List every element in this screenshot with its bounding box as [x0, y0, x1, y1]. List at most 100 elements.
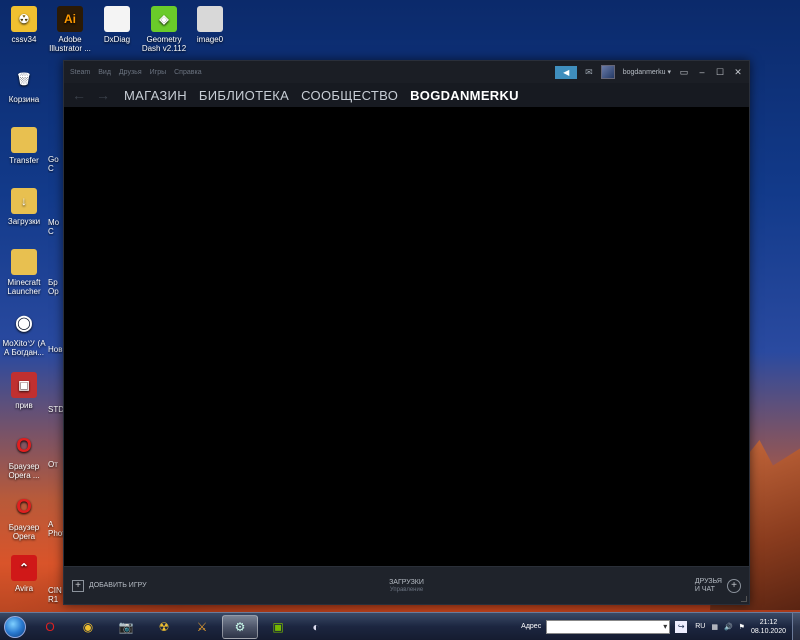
opera-icon: O — [16, 495, 32, 518]
image-icon: ▣ — [11, 372, 37, 398]
desktop-icon-label: Нов — [48, 345, 63, 354]
desktop-icon-partial[interactable]: Go C — [48, 155, 64, 173]
menu-help[interactable]: Справка — [174, 69, 201, 76]
plus-icon: + — [72, 579, 84, 592]
desktop-icon[interactable]: DxDiag — [93, 6, 141, 44]
desktop-icon[interactable]: Ai Adobe Illustrator ... — [46, 6, 94, 53]
friends-label-line1: ДРУЗЬЯ — [694, 577, 722, 585]
steam-navbar: ← → МАГАЗИН БИБЛИОТЕКА СООБЩЕСТВО BOGDAN… — [64, 83, 749, 107]
add-game-button[interactable]: + ДОБАВИТЬ ИГРУ — [72, 579, 147, 592]
taskbar-opera-icon[interactable]: O — [32, 615, 68, 639]
illustrator-icon: Ai — [57, 6, 83, 32]
volume-icon[interactable]: 🔊 — [724, 623, 733, 631]
forward-arrow-icon[interactable]: → — [96, 87, 110, 103]
desktop-icon[interactable]: ↓ Загрузки — [0, 188, 48, 226]
desktop-icon[interactable]: ☢ cssv34 — [0, 6, 48, 44]
downloads-button[interactable]: ЗАГРУЗКИ Управление — [389, 579, 424, 593]
desktop-icon-label: Браузер Opera — [8, 523, 40, 541]
taskbar-camera-icon[interactable]: 📷 — [108, 615, 144, 639]
desktop-icon-label: A Phot — [48, 520, 64, 538]
desktop-icon-partial[interactable]: Mo C — [48, 218, 64, 236]
opera-icon: O — [16, 434, 32, 457]
desktop-icon[interactable]: 🗑 Корзина — [0, 66, 48, 105]
desktop-icon-label: MoXitoツ (А А Богдан... — [2, 339, 46, 357]
menu-view[interactable]: Вид — [98, 69, 111, 76]
close-icon[interactable]: ✕ — [733, 67, 743, 78]
show-desktop-button[interactable] — [792, 612, 800, 640]
menu-games[interactable]: Игры — [150, 69, 167, 76]
menu-steam[interactable]: Steam — [70, 69, 90, 76]
network-icon[interactable]: ▦ — [711, 623, 718, 631]
system-tray: RU ▦ 🔊 ⚑ — [695, 623, 745, 631]
desktop-icon[interactable]: Transfer — [0, 127, 48, 165]
nav-store[interactable]: МАГАЗИН — [124, 88, 187, 103]
nav-library[interactable]: БИБЛИОТЕКА — [199, 88, 289, 103]
desktop-icon[interactable]: O Браузер Opera — [0, 494, 48, 542]
desktop-icon[interactable]: O Браузер Opera ... — [0, 433, 48, 481]
menu-friends[interactable]: Друзья — [119, 69, 142, 76]
recycle-bin-icon: 🗑 — [16, 71, 32, 86]
taskbar-cs-icon[interactable]: ☢ — [146, 615, 182, 639]
desktop-icon-label: Загрузки — [7, 217, 41, 226]
clock-date: 08.10.2020 — [750, 627, 786, 635]
back-arrow-icon[interactable]: ← — [72, 87, 86, 103]
desktop-icon[interactable]: Minecraft Launcher — [0, 249, 48, 296]
steam-bottombar: + ДОБАВИТЬ ИГРУ ЗАГРУЗКИ Управление ДРУЗ… — [64, 566, 749, 604]
desktop-icon[interactable]: ◈ Geometry Dash v2.112 — [140, 6, 188, 53]
desktop-icon-label: image0 — [196, 35, 224, 44]
desktop-icon-label: CIN R1 — [48, 586, 62, 604]
desktop-icon-label: cssv34 — [11, 35, 37, 44]
flag-icon[interactable]: ⚑ — [739, 623, 745, 631]
notifications-icon[interactable]: ✉ — [585, 67, 593, 78]
go-icon[interactable]: ↪ — [675, 620, 688, 633]
add-game-label: ДОБАВИТЬ ИГРУ — [89, 582, 147, 589]
desktop-icon-label: Бр Op — [48, 278, 59, 296]
desktop-icon-label: STD — [48, 405, 64, 414]
nav-community[interactable]: СООБЩЕСТВО — [301, 88, 398, 103]
desktop-icon-partial[interactable]: Нов — [48, 345, 64, 354]
announcements-icon[interactable]: ◀ — [555, 65, 578, 79]
language-indicator[interactable]: RU — [695, 623, 705, 630]
desktop-icon-partial[interactable]: Бр Op — [48, 278, 64, 296]
desktop-icon-partial[interactable]: От — [48, 460, 64, 469]
avatar[interactable] — [600, 65, 615, 79]
address-input[interactable] — [546, 619, 671, 634]
resize-grip-icon[interactable] — [741, 596, 747, 602]
taskbar-media-icon[interactable]: ◐ — [298, 615, 334, 639]
friends-label-line2: И ЧАТ — [694, 585, 715, 593]
desktop-icon[interactable]: image0 — [186, 6, 234, 44]
taskbar: O ◉ 📷 ☢ ⚔ ⚙ ▣ ◐ Адрес ↪ RU ▦ 🔊 ⚑ 21:12 0… — [0, 612, 800, 640]
downloads-label: ЗАГРУЗКИ — [389, 578, 424, 586]
taskbar-nvidia-icon[interactable]: ▣ — [260, 615, 296, 639]
bigpicture-icon[interactable]: ▭ — [679, 67, 689, 78]
username: bogdanmerku — [622, 69, 666, 76]
taskbar-chrome-icon[interactable]: ◉ — [70, 615, 106, 639]
nav-profile[interactable]: BOGDANMERKU — [410, 88, 519, 103]
taskbar-steam-icon[interactable]: ⚙ — [222, 614, 258, 639]
image-file-icon — [197, 6, 223, 32]
cs-icon: ☢ — [11, 6, 37, 32]
desktop-icon[interactable]: ◉ MoXitoツ (А А Богдан... — [0, 310, 48, 358]
desktop-icon-label: Transfer — [9, 156, 39, 165]
steam-titlebar: Steam Вид Друзья Игры Справка ◀ ✉ bogdan… — [64, 61, 749, 83]
friends-chat-button[interactable]: ДРУЗЬЯ И ЧАТ + — [695, 578, 741, 594]
minecraft-folder-icon — [11, 249, 37, 275]
desktop-icon-label: прив — [15, 401, 33, 410]
desktop-icon-partial[interactable]: STD — [48, 405, 64, 414]
desktop-icon-partial[interactable]: A Phot — [48, 520, 64, 538]
desktop-icon-label: Браузер Opera ... — [8, 462, 40, 480]
minimize-icon[interactable]: – — [697, 67, 707, 77]
desktop-icon-partial[interactable]: CIN R1 — [48, 586, 64, 604]
taskbar-cs2-icon[interactable]: ⚔ — [184, 615, 220, 639]
steam-window: Steam Вид Друзья Игры Справка ◀ ✉ bogdan… — [63, 60, 750, 605]
start-button[interactable] — [0, 613, 30, 640]
chrome-icon: ◉ — [15, 311, 33, 334]
username-dropdown[interactable]: bogdanmerku ▾ — [623, 68, 671, 76]
maximize-icon[interactable]: ☐ — [715, 67, 725, 78]
desktop-icon-label: Adobe Illustrator ... — [49, 35, 91, 53]
desktop-icon[interactable]: ▣ прив — [0, 372, 48, 410]
desktop-icon[interactable]: ⌃ Avira — [0, 555, 48, 593]
clock[interactable]: 21:12 08.10.2020 — [751, 618, 786, 636]
desktop-icon-label: Mo C — [48, 218, 60, 236]
desktop-icon-label: Minecraft Launcher — [7, 278, 41, 296]
